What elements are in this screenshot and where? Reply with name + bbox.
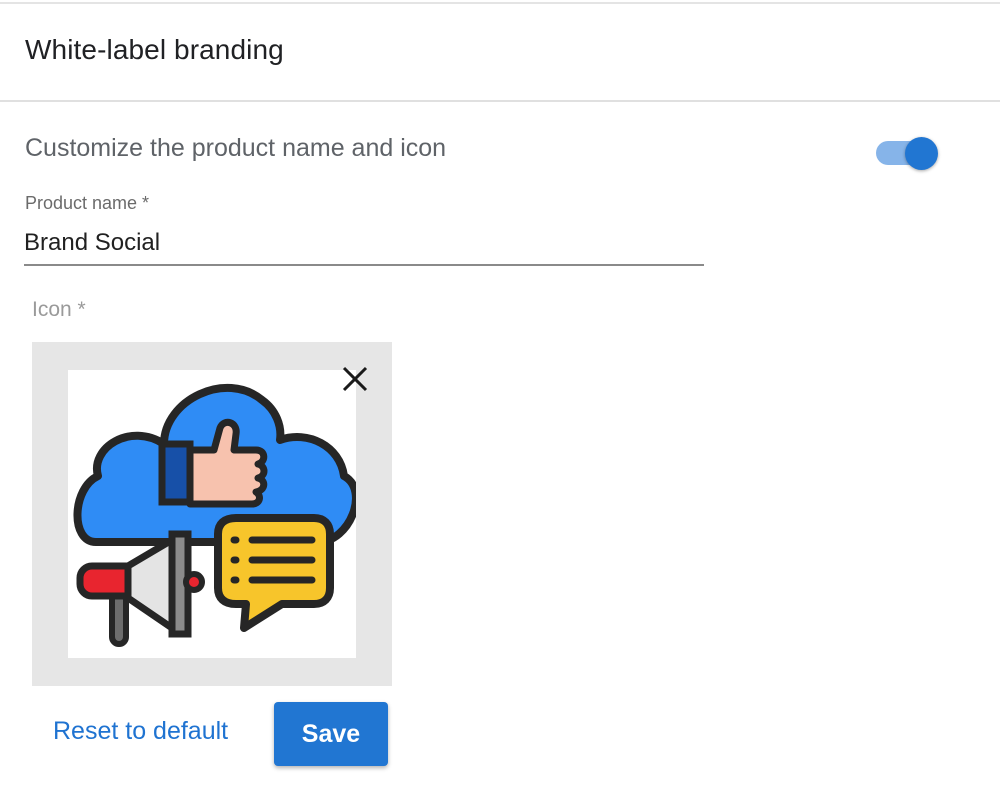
product-name-label: Product name * [25, 193, 150, 213]
remove-icon-button[interactable] [340, 364, 370, 394]
reset-to-default-link[interactable]: Reset to default [53, 717, 228, 746]
top-divider [0, 2, 1000, 4]
thumb-cuff [158, 440, 194, 506]
megaphone-cone [124, 536, 176, 632]
megaphone-cap [183, 571, 205, 593]
close-icon [342, 366, 368, 392]
chat-bubble [214, 514, 334, 632]
toggle-thumb [905, 137, 938, 170]
customize-toggle-label: Customize the product name and icon [25, 134, 447, 162]
page-title: White-label branding [25, 34, 284, 65]
customize-toggle[interactable] [876, 137, 942, 173]
brand-icon-preview [68, 370, 356, 658]
icon-label: Icon * [32, 298, 86, 321]
header-divider [0, 100, 1000, 102]
save-button[interactable]: Save [274, 702, 388, 766]
cloud-thumbs-up-megaphone-chat-icon [73, 384, 356, 647]
megaphone-handle [109, 589, 129, 647]
product-name-input[interactable] [24, 222, 704, 266]
